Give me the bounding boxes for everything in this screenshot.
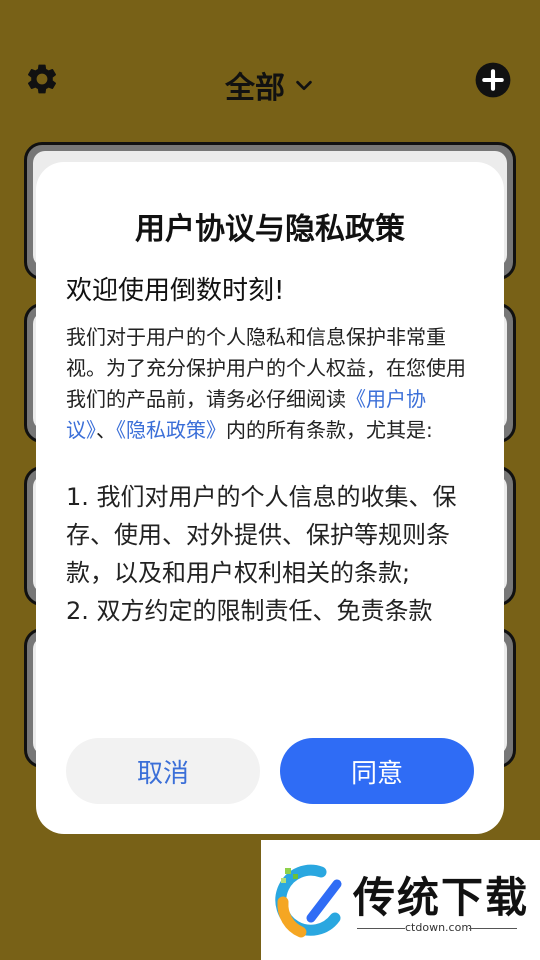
separator-text: 、 (96, 418, 116, 442)
agreement-dialog: 用户协议与隐私政策 欢迎使用倒数时刻! 我们对于用户的个人隐私和信息保护非常重视… (36, 162, 504, 834)
brand-name: 传统下载 (353, 873, 530, 922)
plus-circle-icon[interactable] (474, 61, 512, 99)
agree-button[interactable]: 同意 (280, 738, 474, 804)
cancel-button[interactable]: 取消 (66, 738, 260, 804)
dialog-title: 用户协议与隐私政策 (135, 212, 405, 247)
intro-text-2: 内的所有条款，尤其是: (226, 418, 433, 442)
category-title: 全部 (225, 71, 285, 106)
brand-url: ctdown.com (405, 921, 473, 934)
top-bar: 全部 (0, 55, 540, 107)
privacy-policy-link[interactable]: 《隐私政策》 (116, 418, 226, 442)
welcome-text: 欢迎使用倒数时刻! (66, 276, 285, 306)
term-item-2: 2. 双方约定的限制责任、免责条款 (66, 597, 433, 625)
watermark: 传统下载 ctdown.com (261, 840, 540, 960)
term-item-1: 1. 我们对用户的个人信息的收集、保存、使用、对外提供、保护等规则条款，以及和用… (66, 483, 457, 587)
category-selector[interactable]: 全部 (0, 63, 540, 107)
intro-paragraph: 我们对于用户的个人隐私和信息保护非常重视。为了充分保护用户的个人权益，在您使用我… (66, 322, 474, 446)
agreement-content[interactable]: 我们对于用户的个人隐私和信息保护非常重视。为了充分保护用户的个人权益，在您使用我… (66, 322, 474, 707)
brand-logo-icon (275, 864, 342, 938)
chevron-down-icon (296, 80, 312, 91)
